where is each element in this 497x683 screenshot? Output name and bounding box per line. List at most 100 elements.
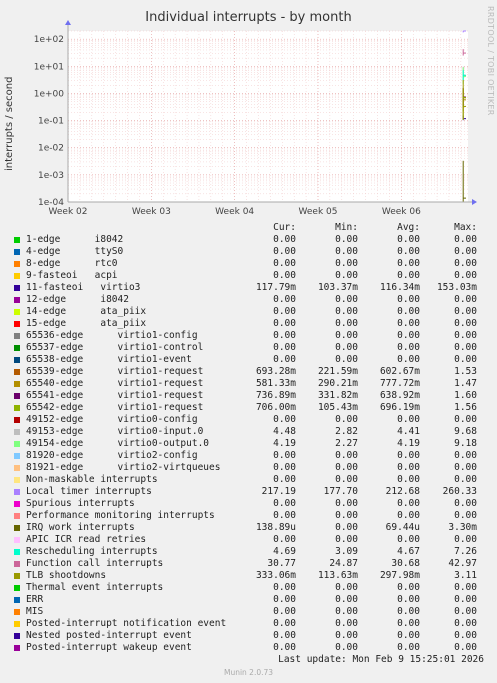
series-min-value: 0.00 [335, 630, 358, 641]
series-avg-value: 116.34m [379, 282, 420, 293]
legend-swatch [14, 285, 20, 291]
series-cur-value: 0.00 [273, 330, 296, 341]
series-name: Spurious interrupts [26, 498, 135, 509]
series-name: 12-edge i8042 [26, 294, 129, 305]
legend-row: Posted-interrupt wakeup event 0.00 0.00 0.0… [14, 642, 494, 654]
legend-swatch [14, 441, 20, 447]
series-avg-value: 0.00 [397, 246, 420, 257]
series-avg-value: 4.19 [397, 438, 420, 449]
series-min-value: 0.00 [335, 534, 358, 545]
series-max-value: 0.00 [454, 642, 477, 653]
series-avg-value: 638.92m [379, 390, 420, 401]
series-min-value: 0.00 [335, 246, 358, 257]
series-max-value: 0.00 [454, 234, 477, 245]
series-avg-value: 777.72m [379, 378, 420, 389]
series-name: 49153-edge virtio0-input.0 [26, 426, 204, 437]
series-max-value: 0.00 [454, 294, 477, 305]
series-avg-value: 0.00 [397, 258, 420, 269]
legend-swatch [14, 453, 20, 459]
x-tick-label: Week 03 [132, 207, 171, 215]
series-min-value: 177.70 [323, 486, 358, 497]
legend-row: 65539-edge virtio1-request 693.28m 221.59m… [14, 366, 494, 378]
legend-swatch [14, 645, 20, 651]
series-cur-value: 706.00m [255, 402, 296, 413]
legend-row: ERR 0.00 0.00 0.00 0.00 [14, 594, 494, 606]
series-cur-value: 0.00 [273, 450, 296, 461]
series-min-value: 0.00 [335, 306, 358, 317]
series-name: 15-edge ata_piix [26, 318, 147, 329]
legend-swatch [14, 489, 20, 495]
series-max-value: 7.26 [454, 546, 477, 557]
series-max-value: 0.00 [454, 306, 477, 317]
series-name: IRQ work interrupts [26, 522, 135, 533]
legend-row: 65541-edge virtio1-request 736.89m 331.82m… [14, 390, 494, 402]
series-max-value: 0.00 [454, 318, 477, 329]
series-max-value: 0.00 [454, 498, 477, 509]
series-cur-value: 0.00 [273, 462, 296, 473]
legend-row: 12-edge i8042 0.00 0.00 0.00 0.00 [14, 294, 494, 306]
legend-row: Performance monitoring interrupts 0.00 0.0… [14, 510, 494, 522]
legend-row: Non-maskable interrupts 0.00 0.00 0.00 0.00 [14, 474, 494, 486]
series-min-value: 0.00 [335, 606, 358, 617]
series-name: 65536-edge virtio1-config [26, 330, 198, 341]
col-header-cur: Cur: [273, 222, 296, 233]
series-cur-value: 0.00 [273, 534, 296, 545]
legend-row: 65538-edge virtio1-event 0.00 0.00 0.00 0.00 [14, 354, 494, 366]
series-cur-value: 4.48 [273, 426, 296, 437]
series-min-value: 0.00 [335, 234, 358, 245]
series-max-value: 0.00 [454, 270, 477, 281]
legend-row: 81921-edge virtio2-virtqueues 0.00 0.00 0.0… [14, 462, 494, 474]
legend-swatch [14, 369, 20, 375]
legend-row: 8-edge rtc0 0.00 0.00 0.00 0.00 [14, 258, 494, 270]
series-max-value: 1.60 [454, 390, 477, 401]
y-tick-label: 1e+02 [34, 35, 64, 45]
legend-swatch [14, 525, 20, 531]
legend-swatch [14, 561, 20, 567]
chart-plot-area: Week 02 Week 03 Week 04 Week 05 Week 06 1e+02… [34, 20, 477, 215]
series-name: MIS [26, 606, 44, 617]
series-min-value: 0.00 [335, 510, 358, 521]
legend-swatch [14, 501, 20, 507]
series-cur-value: 0.00 [273, 234, 296, 245]
series-avg-value: 0.00 [397, 294, 420, 305]
series-cur-value: 0.00 [273, 258, 296, 269]
series-name: TLB shootdowns [26, 570, 107, 581]
series-min-value: 0.00 [335, 294, 358, 305]
y-tick-label: 1e-04 [38, 198, 64, 208]
series-min-value: 3.09 [335, 546, 358, 557]
series-cur-value: 0.00 [273, 630, 296, 641]
series-max-value: 0.00 [454, 534, 477, 545]
series-cur-value: 0.00 [273, 618, 296, 629]
x-tick-label: Week 06 [382, 207, 421, 215]
series-cur-value: 0.00 [273, 498, 296, 509]
series-max-value: 9.68 [454, 426, 477, 437]
legend-row: 1-edge i8042 0.00 0.00 0.00 0.00 [14, 234, 494, 246]
legend-row: Nested posted-interrupt event 0.00 0.00 0.0… [14, 630, 494, 642]
series-min-value: 0.00 [335, 354, 358, 365]
series-min-value: 0.00 [335, 330, 358, 341]
legend-row: Local timer interrupts 217.19 177.70 212.68… [14, 486, 494, 498]
series-max-value: 0.00 [454, 414, 477, 425]
series-max-value: 3.11 [454, 570, 477, 581]
series-max-value: 1.56 [454, 402, 477, 413]
series-max-value: 0.00 [454, 474, 477, 485]
series-min-value: 0.00 [335, 594, 358, 605]
series-min-value: 0.00 [335, 582, 358, 593]
legend-row: MIS 0.00 0.00 0.00 0.00 [14, 606, 494, 618]
series-avg-value: 0.00 [397, 498, 420, 509]
series-avg-value: 0.00 [397, 642, 420, 653]
series-avg-value: 0.00 [397, 462, 420, 473]
legend-row: 65542-edge virtio1-request 706.00m 105.43m… [14, 402, 494, 414]
series-avg-value: 212.68 [385, 486, 420, 497]
legend-swatch [14, 249, 20, 255]
series-cur-value: 30.77 [267, 558, 296, 569]
legend-row: 49154-edge virtio0-output.0 4.19 2.27 4.19 9… [14, 438, 494, 450]
legend-swatch [14, 549, 20, 555]
x-tick-label: Week 02 [49, 207, 88, 215]
series-avg-value: 0.00 [397, 234, 420, 245]
last-update: Last update: Mon Feb 9 15:25:01 2026 [278, 654, 484, 665]
series-min-value: 0.00 [335, 474, 358, 485]
legend-row: Spurious interrupts 0.00 0.00 0.00 0.00 [14, 498, 494, 510]
legend-swatch [14, 261, 20, 267]
legend-row: Posted-interrupt notification event 0.00 0… [14, 618, 494, 630]
